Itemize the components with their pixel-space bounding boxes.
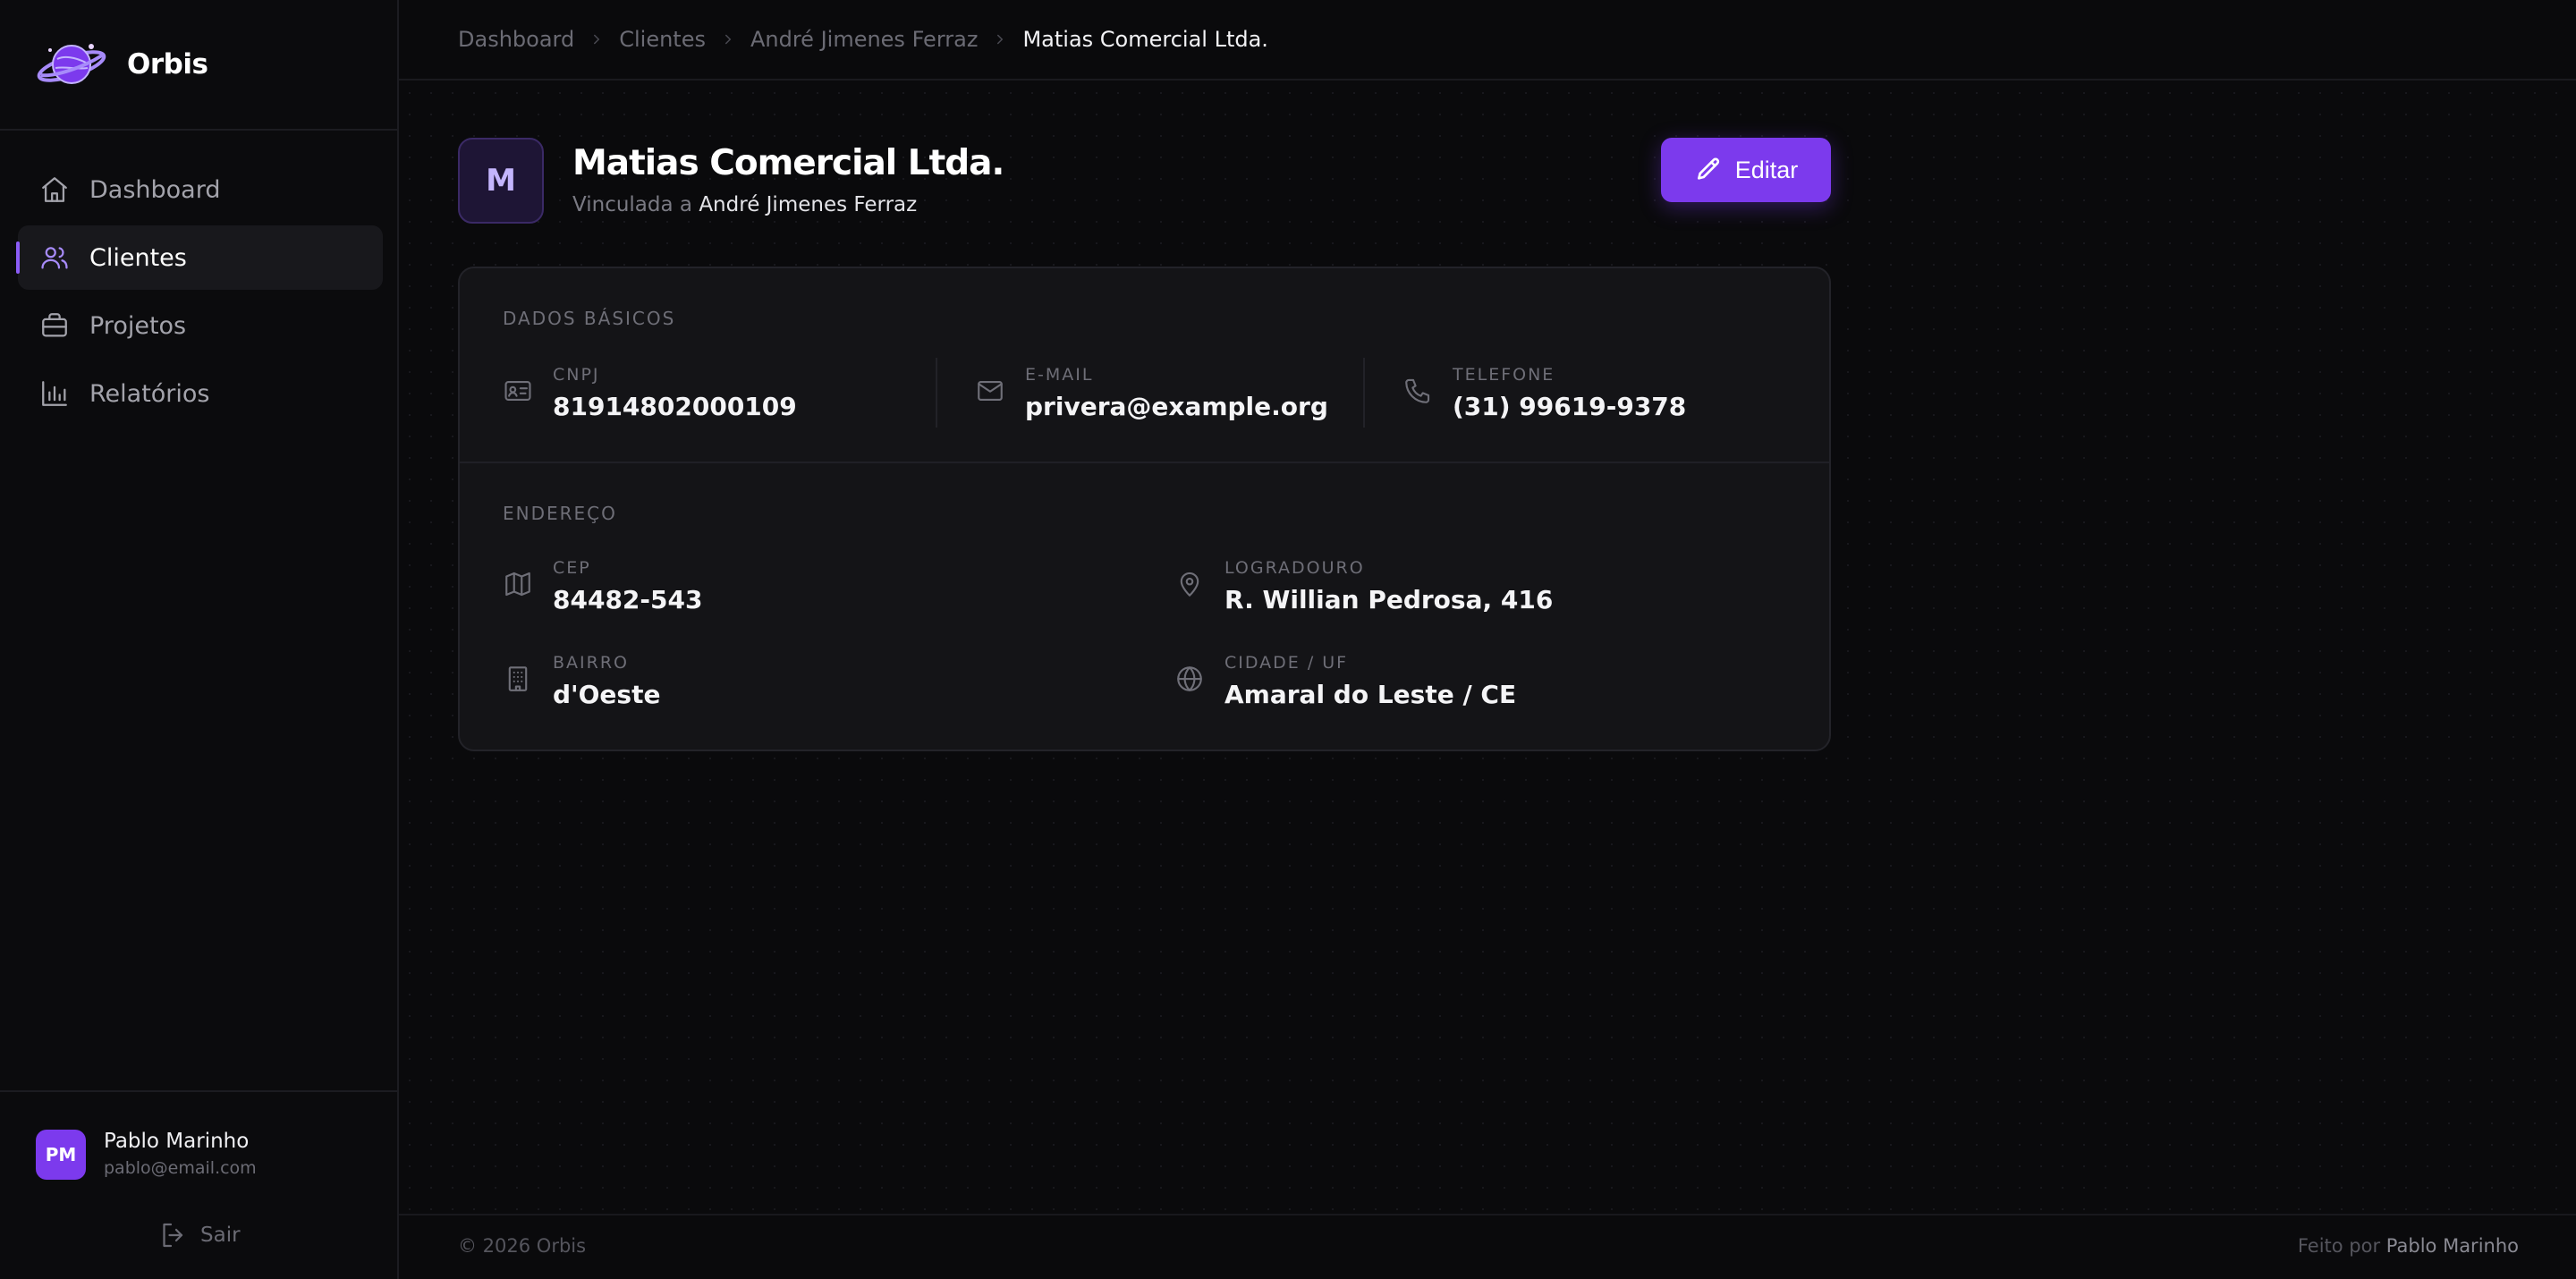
globe-icon [1174,664,1205,694]
mail-icon [975,376,1005,406]
breadcrumb-item-current: Matias Comercial Ltda. [1022,27,1268,52]
field-label: CEP [553,558,591,578]
app-root: Orbis Dashboard Clientes Projetos Relató… [0,0,2576,1279]
linked-prefix: Vinculada a [572,193,693,216]
logout-label: Sair [200,1224,241,1247]
field-value[interactable]: privera@example.org [1025,392,1328,421]
field-label: CIDADE / UF [1224,653,1349,673]
sidebar-item-projetos[interactable]: Projetos [18,293,383,358]
breadcrumb-item-dashboard[interactable]: Dashboard [458,27,574,52]
field-value: 84482-543 [553,585,703,614]
field-value: 81914802000109 [553,392,797,421]
chevron-right-icon [992,31,1008,47]
field-label: TELEFONE [1453,365,1555,385]
id-card-icon [503,376,533,406]
avatar[interactable]: PM [36,1130,86,1180]
main-content: M Matias Comercial Ltda. Vinculada a And… [399,82,2576,1212]
breadcrumb-item-clientes[interactable]: Clientes [619,27,706,52]
section-title: DADOS BÁSICOS [503,308,676,329]
user-email: pablo@email.com [104,1158,257,1178]
sidebar-item-dashboard[interactable]: Dashboard [18,157,383,222]
sidebar-item-clientes[interactable]: Clientes [16,225,383,290]
chevron-right-icon [720,31,736,47]
sidebar-item-label: Clientes [89,243,187,272]
details-card: DADOS BÁSICOS CNPJ 81914802000109 E-MAIL… [458,267,1831,751]
company-avatar: M [458,138,544,224]
made-by: Feito por Pablo Marinho [2298,1235,2519,1257]
address-section: ENDEREÇO CEP 84482-543 LOGRADOURO R. Wil… [460,463,1829,751]
briefcase-icon [39,310,70,341]
breadcrumb: Dashboard Clientes André Jimenes Ferraz … [399,0,2576,80]
user-profile: PM Pablo Marinho pablo@email.com Sair [0,1090,397,1279]
building-icon [503,664,533,694]
home-icon [39,174,70,205]
linked-client-link[interactable]: André Jimenes Ferraz [699,193,917,216]
sidebar-item-label: Relatórios [89,379,210,408]
copyright: © 2026 Orbis [458,1235,587,1257]
edit-button-label: Editar [1734,156,1799,183]
app-name: Orbis [127,48,208,80]
section-title: ENDEREÇO [503,503,617,524]
bar-chart-icon [39,378,70,409]
footer: © 2026 Orbis Feito por Pablo Marinho [399,1214,2576,1279]
brand[interactable]: Orbis [0,0,397,131]
sidebar-nav: Dashboard Clientes Projetos Relatórios [16,157,383,429]
pencil-icon [1697,157,1719,180]
field-label: BAIRRO [553,653,629,673]
field-value: Amaral do Leste / CE [1224,680,1517,709]
field-label: E-MAIL [1025,365,1094,385]
divider [1363,358,1365,428]
field-value[interactable]: (31) 99619-9378 [1453,392,1686,421]
basic-data-section: DADOS BÁSICOS CNPJ 81914802000109 E-MAIL… [460,268,1829,463]
users-icon [39,242,70,273]
map-pin-icon [1174,569,1205,599]
page-title: Matias Comercial Ltda. [572,143,1004,183]
field-label: CNPJ [553,365,600,385]
user-name: Pablo Marinho [104,1130,250,1153]
field-value: R. Willian Pedrosa, 416 [1224,585,1554,614]
chevron-right-icon [589,31,605,47]
linked-client: Vinculada a André Jimenes Ferraz [572,193,917,216]
sidebar: Orbis Dashboard Clientes Projetos Relató… [0,0,399,1279]
logout-icon [163,1223,183,1248]
field-label: LOGRADOURO [1224,558,1365,578]
page-header: M Matias Comercial Ltda. Vinculada a And… [458,138,1831,224]
phone-icon [1402,376,1433,406]
made-by-author[interactable]: Pablo Marinho [2386,1235,2519,1257]
divider [936,358,937,428]
made-by-prefix: Feito por [2297,1235,2381,1257]
logout-button[interactable]: Sair [157,1217,241,1253]
field-value: d'Oeste [553,680,661,709]
map-icon [503,569,533,599]
sidebar-item-label: Dashboard [89,175,221,204]
breadcrumb-item-client[interactable]: André Jimenes Ferraz [750,27,978,52]
sidebar-item-relatorios[interactable]: Relatórios [18,361,383,426]
sidebar-item-label: Projetos [89,311,187,340]
edit-button[interactable]: Editar [1661,138,1831,202]
planet-icon [37,44,106,84]
